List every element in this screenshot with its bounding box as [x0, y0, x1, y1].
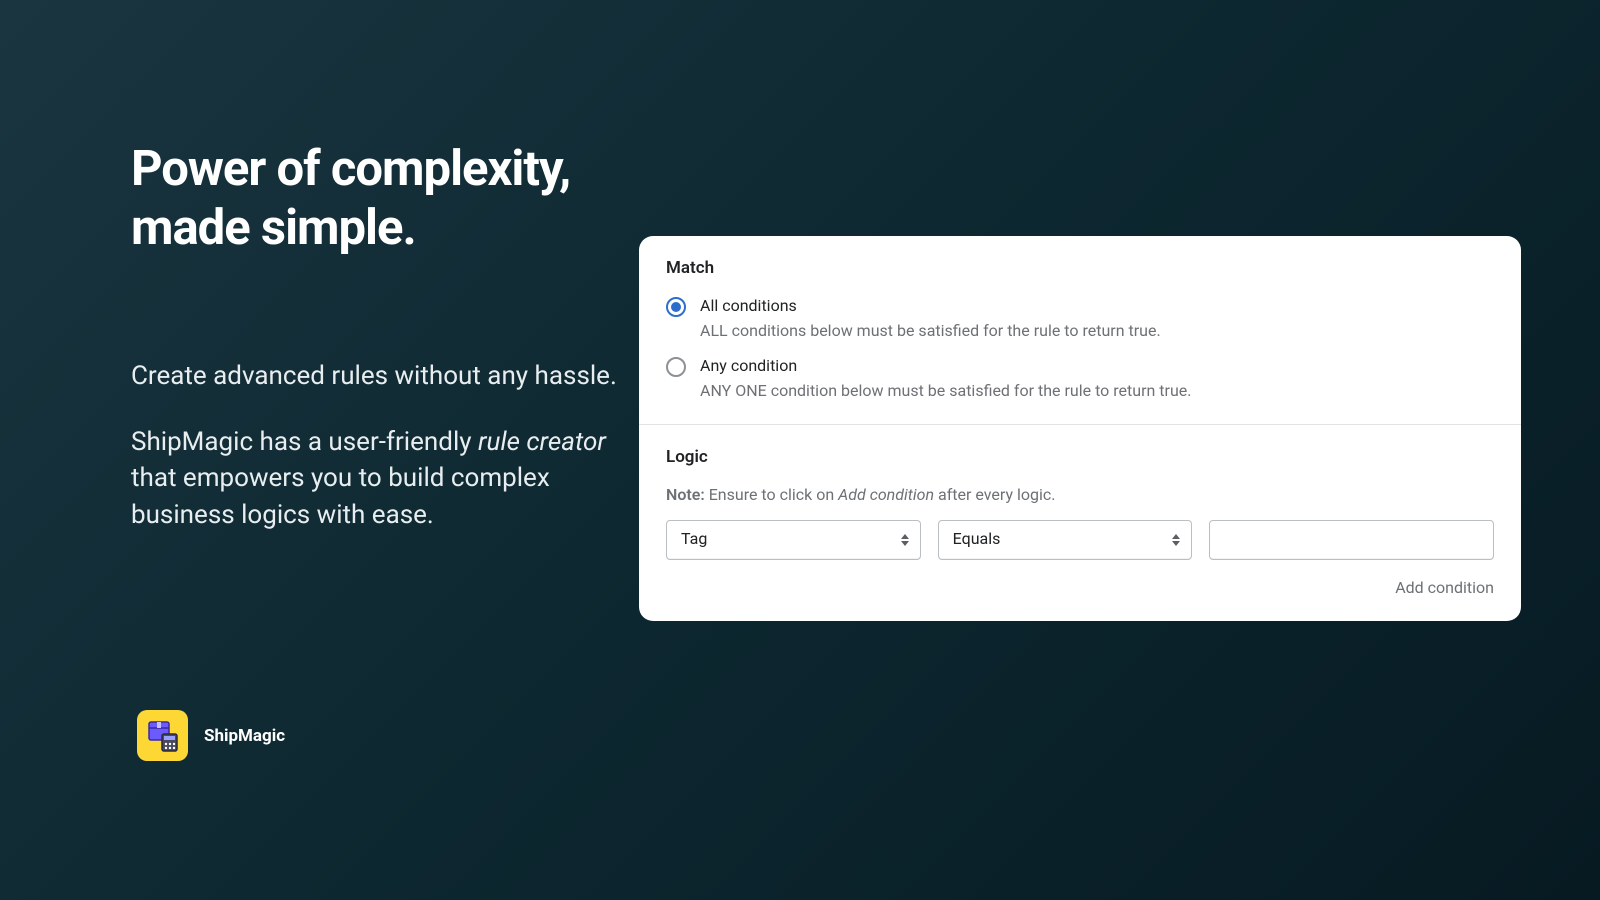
brand-row: ShipMagic	[137, 710, 285, 761]
radio-label-any: Any condition	[700, 356, 1191, 375]
match-title: Match	[666, 258, 1494, 278]
body-paragraph-1: Create advanced rules without any hassle…	[131, 358, 631, 394]
condition-field-select[interactable]: Tag	[666, 520, 921, 560]
match-section: Match All conditions ALL conditions belo…	[639, 236, 1521, 425]
logic-section: Logic Note: Ensure to click on Add condi…	[639, 425, 1521, 621]
rule-creator-card: Match All conditions ALL conditions belo…	[639, 236, 1521, 621]
radio-description-any: ANY ONE condition below must be satisfie…	[700, 381, 1191, 400]
condition-row: Tag Equals	[666, 520, 1494, 560]
package-calculator-icon	[146, 719, 180, 753]
body-paragraph-2: ShipMagic has a user-friendly rule creat…	[131, 424, 631, 533]
radio-input-any[interactable]	[666, 357, 686, 377]
add-condition-button[interactable]: Add condition	[1395, 578, 1494, 597]
condition-operator-select[interactable]: Equals	[938, 520, 1193, 560]
brand-logo	[137, 710, 188, 761]
logic-title: Logic	[666, 447, 1494, 467]
brand-name: ShipMagic	[204, 726, 285, 746]
logic-note: Note: Ensure to click on Add condition a…	[666, 485, 1494, 504]
radio-description-all: ALL conditions below must be satisfied f…	[700, 321, 1161, 340]
radio-all-conditions[interactable]: All conditions ALL conditions below must…	[666, 296, 1494, 340]
match-radio-group: All conditions ALL conditions below must…	[666, 296, 1494, 400]
radio-input-all[interactable]	[666, 297, 686, 317]
body-copy: Create advanced rules without any hassle…	[131, 358, 631, 534]
radio-label-all: All conditions	[700, 296, 1161, 315]
radio-any-condition[interactable]: Any condition ANY ONE condition below mu…	[666, 356, 1494, 400]
headline: Power of complexity, made simple.	[131, 140, 631, 258]
condition-value-input[interactable]	[1209, 520, 1494, 560]
